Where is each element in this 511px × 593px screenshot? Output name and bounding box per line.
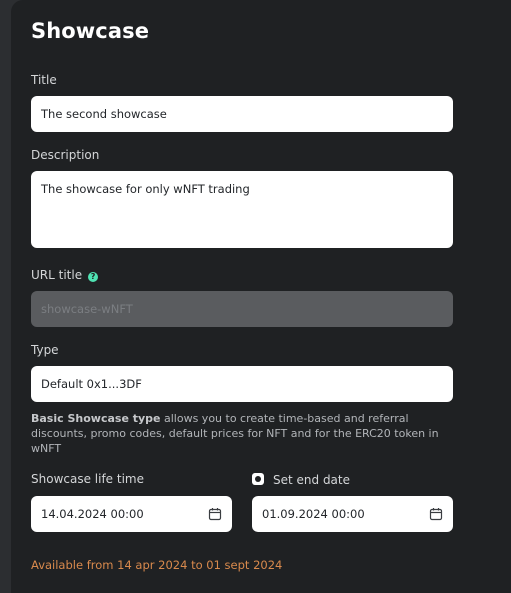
calendar-icon[interactable] bbox=[208, 507, 222, 521]
set-end-date-label[interactable]: Set end date bbox=[273, 473, 350, 487]
url-title-label-text: URL title bbox=[31, 268, 83, 282]
start-date-value: 14.04.2024 00:00 bbox=[41, 507, 144, 521]
calendar-icon[interactable] bbox=[429, 507, 443, 521]
url-title-placeholder: showcase-wNFT bbox=[41, 302, 133, 316]
url-title-label: URL title? bbox=[31, 268, 99, 282]
help-icon[interactable]: ? bbox=[88, 271, 99, 282]
page-title: Showcase bbox=[31, 19, 150, 43]
start-date-input[interactable]: 14.04.2024 00:00 bbox=[31, 496, 232, 532]
checkbox-checked-dot bbox=[255, 476, 261, 482]
type-select-value: Default 0x1...3DF bbox=[41, 377, 142, 391]
description-textarea-value: The showcase for only wNFT trading bbox=[41, 182, 250, 196]
availability-text: Available from 14 apr 2024 to 01 sept 20… bbox=[31, 558, 283, 572]
type-select[interactable]: Default 0x1...3DF bbox=[31, 366, 453, 402]
description-textarea[interactable]: The showcase for only wNFT trading bbox=[31, 171, 453, 248]
title-label: Title bbox=[31, 73, 57, 87]
type-description-bold: Basic Showcase type bbox=[31, 412, 161, 425]
set-end-date-checkbox[interactable] bbox=[252, 473, 264, 485]
description-label: Description bbox=[31, 148, 100, 162]
showcase-panel: Showcase Title The second showcase Descr… bbox=[11, 0, 511, 593]
type-description: Basic Showcase type allows you to create… bbox=[31, 411, 459, 456]
title-input[interactable]: The second showcase bbox=[31, 96, 453, 132]
type-label: Type bbox=[31, 343, 59, 357]
life-time-label: Showcase life time bbox=[31, 472, 144, 486]
title-input-value: The second showcase bbox=[41, 107, 167, 121]
url-title-input[interactable]: showcase-wNFT bbox=[31, 291, 453, 327]
end-date-value: 01.09.2024 00:00 bbox=[262, 507, 365, 521]
end-date-input[interactable]: 01.09.2024 00:00 bbox=[252, 496, 453, 532]
